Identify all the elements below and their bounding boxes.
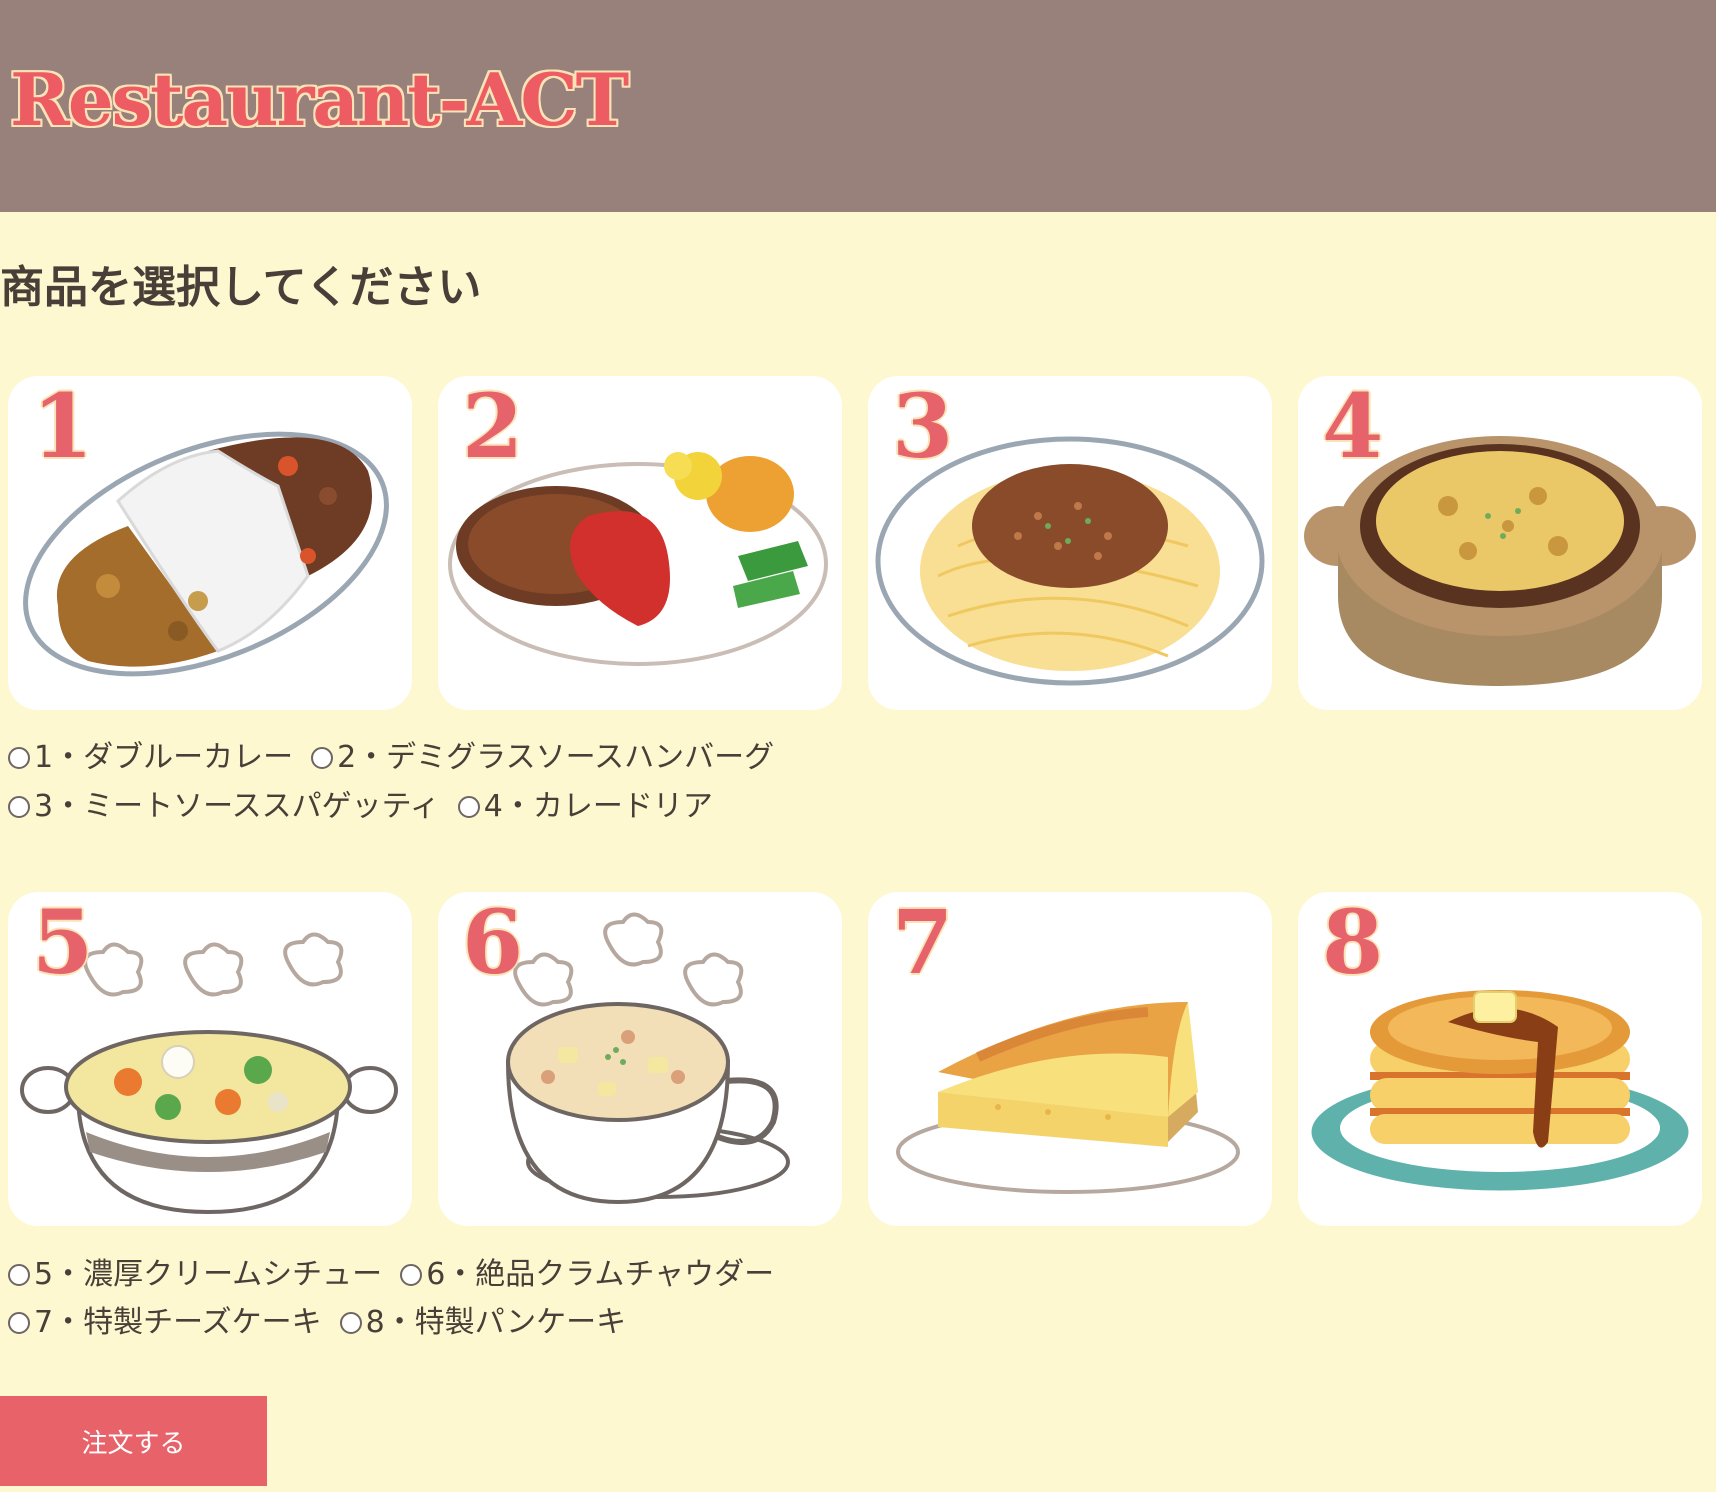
menu-card-2: 2 [438, 376, 842, 710]
menu-option-6[interactable]: 6・絶品クラムチャウダー [400, 1253, 774, 1297]
menu-option-8[interactable]: 8・特製パンケーキ [339, 1301, 627, 1345]
menu-card-4: 4 [1298, 376, 1702, 710]
menu-number-1: 1 [32, 376, 94, 478]
menu-option-1[interactable]: 1・ダブルーカレー [8, 736, 293, 780]
menu-number-4: 4 [1322, 376, 1384, 478]
menu-option-2[interactable]: 2・デミグラスソースハンバーグ [311, 736, 774, 780]
menu-card-7: 7 [868, 892, 1272, 1226]
menu-number-6: 6 [462, 892, 524, 994]
menu-option-label-5: 5・濃厚クリームシチュー [34, 1257, 383, 1292]
radio-option-2[interactable] [311, 747, 334, 769]
menu-option-label-6: 6・絶品クラムチャウダー [426, 1257, 775, 1292]
option-row-3: 5・濃厚クリームシチュー 6・絶品クラムチャウダー [8, 1253, 792, 1299]
menu-number-2: 2 [462, 376, 524, 478]
menu-card-3: 3 [868, 376, 1272, 710]
order-button[interactable]: 注文する [0, 1396, 267, 1486]
menu-option-label-7: 7・特製チーズケーキ [34, 1305, 322, 1340]
site-header: Restaurant-ACT [0, 0, 1716, 212]
site-title: Restaurant-ACT [10, 57, 629, 142]
menu-number-7: 7 [892, 892, 954, 994]
menu-number-3: 3 [892, 376, 954, 478]
page-heading: 商品を選択してください [0, 262, 482, 313]
radio-option-8[interactable] [339, 1312, 362, 1334]
menu-card-5: 5 [8, 892, 412, 1226]
radio-option-5[interactable] [8, 1264, 30, 1286]
menu-number-8: 8 [1322, 892, 1384, 994]
radio-option-1[interactable] [8, 747, 30, 769]
radio-option-4[interactable] [457, 796, 480, 818]
menu-option-7[interactable]: 7・特製チーズケーキ [8, 1301, 322, 1345]
menu-option-label-8: 8・特製パンケーキ [365, 1305, 627, 1340]
radio-option-3[interactable] [8, 796, 30, 818]
menu-card-6: 6 [438, 892, 842, 1226]
option-row-1: 1・ダブルーカレー 2・デミグラスソースハンバーグ [8, 736, 792, 782]
menu-option-4[interactable]: 4・カレードリア [457, 785, 713, 829]
menu-card-8: 8 [1298, 892, 1702, 1226]
menu-option-label-1: 1・ダブルーカレー [34, 740, 294, 775]
option-row-4: 7・特製チーズケーキ 8・特製パンケーキ [8, 1301, 644, 1347]
menu-option-label-3: 3・ミートソーススパゲッティ [34, 789, 440, 824]
menu-option-5[interactable]: 5・濃厚クリームシチュー [8, 1253, 382, 1297]
menu-option-label-2: 2・デミグラスソースハンバーグ [337, 740, 775, 775]
radio-option-6[interactable] [400, 1264, 423, 1286]
menu-card-1: 1 [8, 376, 412, 710]
option-row-2: 3・ミートソーススパゲッティ 4・カレードリア [8, 785, 731, 831]
radio-option-7[interactable] [8, 1312, 30, 1334]
menu-option-3[interactable]: 3・ミートソーススパゲッティ [8, 785, 440, 829]
menu-option-label-4: 4・カレードリア [483, 789, 713, 824]
menu-number-5: 5 [32, 892, 94, 994]
